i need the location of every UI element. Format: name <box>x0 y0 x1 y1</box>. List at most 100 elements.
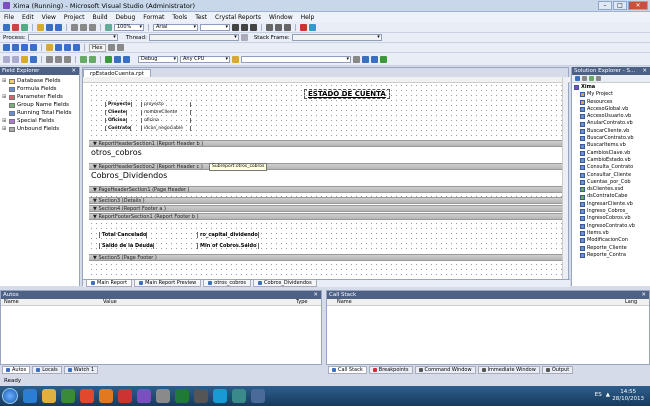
tree-project-xima[interactable]: Xima <box>574 84 648 91</box>
tab-main-report[interactable]: Main Report <box>86 280 133 287</box>
tree-item[interactable]: dsClientes.xsd <box>574 186 648 193</box>
menu-build[interactable]: Build <box>92 14 107 21</box>
thread-combo[interactable] <box>148 34 239 41</box>
field-oficina[interactable]: oficina <box>141 118 191 123</box>
menu-crystal-reports[interactable]: Crystal Reports <box>215 14 261 21</box>
tree-item[interactable]: CambiosClave.vb <box>574 150 648 157</box>
process-combo[interactable] <box>27 34 118 41</box>
open-folder-icon[interactable] <box>37 23 44 31</box>
underline-icon[interactable] <box>250 23 257 31</box>
close-button[interactable]: ✕ <box>628 1 648 10</box>
tree-item[interactable]: BuscarItems.vb <box>574 142 648 149</box>
find-in-files-icon[interactable] <box>353 55 360 63</box>
close-icon[interactable]: ✕ <box>71 67 76 75</box>
zoom-combo[interactable]: 100% <box>114 23 144 31</box>
excel-icon[interactable] <box>175 389 189 403</box>
find-combo[interactable] <box>241 55 351 63</box>
app3-icon[interactable] <box>194 389 208 403</box>
menu-debug[interactable]: Debug <box>116 14 136 21</box>
align-right-icon[interactable] <box>284 23 291 31</box>
breakpoints-icon[interactable] <box>107 44 115 51</box>
col-type[interactable]: Type <box>296 299 307 306</box>
tree-item[interactable]: Consulta_Contrato <box>574 164 648 171</box>
ie-icon[interactable] <box>23 389 37 403</box>
report-title[interactable]: ESTADO DE CUENTA <box>304 89 390 99</box>
tab-watch-1[interactable]: Watch 1 <box>63 366 99 374</box>
align-left-icon[interactable] <box>266 23 273 31</box>
stop2-icon[interactable] <box>123 55 130 63</box>
tree-item[interactable]: Items.vb <box>574 230 648 237</box>
add-item-icon[interactable] <box>12 55 19 63</box>
step-out-icon[interactable] <box>73 44 80 51</box>
minimize-button[interactable]: – <box>598 1 612 10</box>
tree-item[interactable]: BuscarCliente.vb <box>574 128 648 135</box>
configuration-combo[interactable]: Debug <box>138 55 178 63</box>
tree-item[interactable]: Reporte_Cliente <box>574 245 648 252</box>
border-icon[interactable] <box>309 23 316 31</box>
platform-combo[interactable]: Any CPU <box>180 55 230 63</box>
toolbox-icon[interactable] <box>380 55 387 63</box>
pause-icon[interactable] <box>114 55 121 63</box>
media-icon[interactable] <box>61 389 75 403</box>
tree-item-database-fields[interactable]: ⊞ Database Fields <box>2 77 77 85</box>
refresh-icon[interactable] <box>589 76 594 81</box>
stop-icon[interactable] <box>21 44 28 51</box>
col-value[interactable]: Value <box>103 299 117 306</box>
tree-item[interactable]: Cuentas_por_Cob <box>574 179 648 186</box>
tree-item-running-total-fields[interactable]: Running Total Fields <box>2 109 77 117</box>
field-nombre-cliente[interactable]: nombreCliente <box>141 110 191 115</box>
copy2-icon[interactable] <box>55 55 62 63</box>
tree-item-group-name-fields[interactable]: Group Name Fields <box>2 101 77 109</box>
new-project-icon[interactable] <box>3 55 10 63</box>
zoom-icon[interactable] <box>105 23 112 31</box>
subreport-cobros-dividendos[interactable]: Cobros_Dividendos <box>91 171 167 180</box>
maximize-button[interactable]: □ <box>613 1 627 10</box>
tree-item[interactable]: Resources <box>574 99 648 106</box>
close-icon[interactable]: ✕ <box>642 67 647 75</box>
tree-item[interactable]: CambioEstado.vb <box>574 157 648 164</box>
col-name[interactable]: Name <box>4 299 19 306</box>
copy-icon[interactable] <box>80 23 87 31</box>
tree-item[interactable]: AccesoUsuario.vb <box>574 113 648 120</box>
label-cliente[interactable]: Cliente <box>105 110 127 115</box>
app4-icon[interactable] <box>232 389 246 403</box>
tree-item[interactable]: dsContratoCabe <box>574 193 648 200</box>
continue-icon[interactable] <box>3 44 10 51</box>
field-capital-dividendo[interactable]: ro_capital_dividendo <box>197 232 259 238</box>
menu-tools[interactable]: Tools <box>172 14 187 21</box>
tab-main-report-preview[interactable]: Main Report Preview <box>134 280 202 287</box>
tab-autos[interactable]: Autos <box>2 366 31 374</box>
visual-studio-taskbar-icon[interactable] <box>137 389 151 403</box>
view-code-icon[interactable] <box>596 76 601 81</box>
col-lang[interactable]: Lang <box>625 299 637 306</box>
menu-project[interactable]: Project <box>64 14 85 21</box>
tab-locals[interactable]: Locals <box>32 366 62 374</box>
menu-view[interactable]: View <box>42 14 56 21</box>
tab-immediate-window[interactable]: Immediate Window <box>477 366 540 374</box>
tab-output[interactable]: Output <box>541 366 574 374</box>
field-contrato[interactable]: idcon_negociable <box>141 126 191 131</box>
section-report-footer-a[interactable]: ▼ Section4 (Report Footer a ) <box>89 205 564 212</box>
field-proyecto[interactable]: proyecto <box>141 102 191 107</box>
clock[interactable]: 14:55 28/10/2013 <box>612 389 644 403</box>
design-surface[interactable]: ESTADO DE CUENTA Proyecto Cliente Oficin… <box>89 83 564 280</box>
save-file-icon[interactable] <box>30 55 37 63</box>
section-report-footer-b[interactable]: ▼ ReportFooterSection1 (Report Footer b … <box>89 213 564 220</box>
tab-rpestadocuenta[interactable]: rpEstadoCuenta.rpt <box>83 69 151 77</box>
tree-item[interactable]: IngresarCliente.vb <box>574 201 648 208</box>
font-color-icon[interactable] <box>300 23 307 31</box>
start-button[interactable] <box>2 388 18 404</box>
section-details[interactable]: ▼ Section3 (Details ) <box>89 197 564 204</box>
restart-icon[interactable] <box>30 44 37 51</box>
stack-frame-combo[interactable] <box>291 34 382 41</box>
app5-icon[interactable] <box>251 389 265 403</box>
menu-file[interactable]: File <box>4 14 14 21</box>
tab-call-stack[interactable]: Call Stack <box>328 366 367 374</box>
section-page-header[interactable]: ▼ PageHeaderSection1 (Page Header ) <box>89 186 564 193</box>
italic-icon[interactable] <box>241 23 248 31</box>
tab-command-window[interactable]: Command Window <box>414 366 476 374</box>
tree-item[interactable]: BuscarContrato.vb <box>574 135 648 142</box>
windows-icon[interactable] <box>116 44 124 51</box>
tree-item[interactable]: Ingreso_Cobros_ <box>574 208 648 215</box>
tree-item[interactable]: AnularContrato.vb <box>574 120 648 127</box>
